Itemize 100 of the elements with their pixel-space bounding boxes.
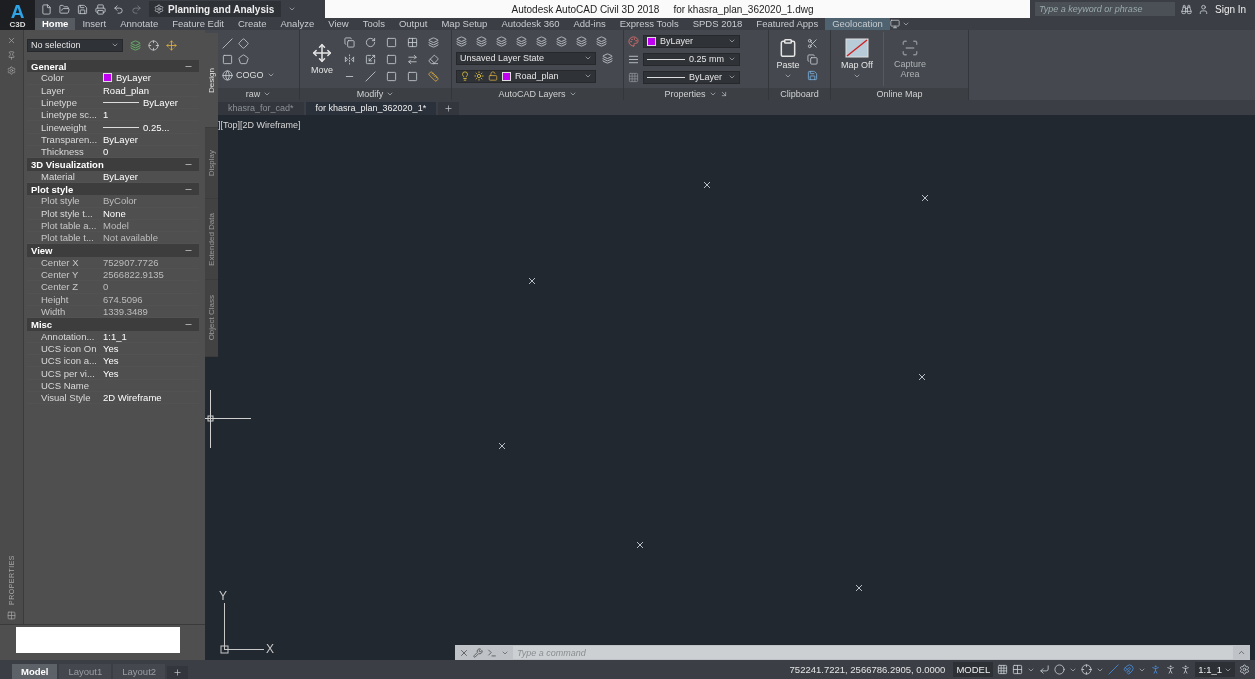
ribbon-tab[interactable]: Insert bbox=[75, 18, 114, 30]
caret-icon[interactable] bbox=[853, 72, 861, 80]
launcher-icon[interactable] bbox=[719, 90, 728, 98]
layout-tab[interactable]: Model bbox=[12, 664, 58, 679]
section-header[interactable]: View bbox=[27, 244, 199, 257]
caret-icon[interactable] bbox=[728, 55, 736, 63]
layers-icon[interactable] bbox=[576, 35, 587, 47]
workspace-dropdown[interactable]: Planning and Analysis bbox=[149, 1, 281, 17]
select-objects-icon[interactable] bbox=[166, 39, 177, 51]
color-dropdown[interactable]: ByLayer bbox=[643, 34, 740, 48]
layer-state-dropdown[interactable]: Unsaved Layer State bbox=[456, 51, 596, 65]
new-tab-button[interactable] bbox=[438, 102, 460, 115]
sun-icon[interactable] bbox=[474, 71, 484, 81]
ribbon-tab[interactable]: Tools bbox=[355, 18, 392, 30]
property-value[interactable]: ByLayer bbox=[143, 97, 178, 109]
close-icon[interactable] bbox=[7, 36, 16, 45]
gear-icon[interactable] bbox=[154, 4, 164, 14]
model-space-button[interactable]: MODEL bbox=[953, 662, 994, 677]
copy-icon[interactable] bbox=[807, 53, 818, 65]
globe-icon[interactable] bbox=[222, 69, 233, 81]
section-header[interactable]: Misc bbox=[27, 318, 199, 331]
paste-button[interactable]: Paste bbox=[773, 36, 803, 82]
square-icon[interactable] bbox=[386, 70, 397, 82]
layers-icon[interactable] bbox=[602, 52, 613, 64]
move-button[interactable]: Move bbox=[304, 41, 340, 77]
property-value[interactable]: Yes bbox=[103, 367, 119, 379]
layers-icon[interactable] bbox=[456, 35, 467, 47]
side-tab[interactable]: Object Class bbox=[205, 280, 218, 357]
layers-icon[interactable] bbox=[130, 39, 141, 51]
property-value[interactable]: Road_plan bbox=[103, 84, 149, 96]
polar-icon[interactable] bbox=[1054, 664, 1066, 675]
stack-icon[interactable] bbox=[428, 36, 439, 48]
layer-dropdown[interactable]: Road_plan bbox=[456, 69, 596, 83]
ribbon-tab[interactable]: View bbox=[321, 18, 356, 30]
ribbon-tab[interactable]: Add-ins bbox=[566, 18, 613, 30]
arrows-icon[interactable] bbox=[407, 53, 418, 65]
document-tab[interactable]: khasra_for_cad* bbox=[218, 102, 304, 115]
property-value[interactable]: 1:1_1 bbox=[103, 330, 127, 342]
square-icon[interactable] bbox=[222, 53, 233, 65]
grid-icon[interactable] bbox=[407, 36, 418, 48]
section-header[interactable]: General bbox=[27, 60, 199, 73]
grid-icon[interactable] bbox=[7, 611, 16, 620]
layers-icon[interactable] bbox=[556, 35, 567, 47]
command-input[interactable]: Type a command bbox=[513, 646, 1233, 659]
linetype-dropdown[interactable]: ByLayer bbox=[643, 70, 740, 84]
ribbon-tab[interactable]: Geolocation bbox=[825, 18, 890, 30]
sign-in-link[interactable]: Sign In bbox=[1215, 3, 1247, 15]
plus-icon[interactable] bbox=[173, 668, 183, 677]
ribbon-tab[interactable]: Create bbox=[230, 18, 274, 30]
linetype-icon[interactable] bbox=[628, 71, 639, 83]
panel-title[interactable]: Modify bbox=[356, 89, 384, 99]
new-layout-button[interactable] bbox=[167, 666, 189, 679]
property-value[interactable]: ByLayer bbox=[103, 133, 138, 145]
caret-icon[interactable] bbox=[584, 72, 592, 80]
ribbon-tab[interactable]: Autodesk 360 bbox=[494, 18, 567, 30]
layers-icon[interactable] bbox=[476, 35, 487, 47]
caret-icon[interactable] bbox=[584, 54, 592, 62]
undo-icon[interactable] bbox=[113, 3, 124, 15]
panel-title[interactable]: raw bbox=[245, 89, 261, 99]
magnet-icon[interactable] bbox=[1123, 664, 1135, 675]
ribbon-tab[interactable]: Annotate bbox=[113, 18, 166, 30]
ribbon-tab[interactable]: Home bbox=[35, 18, 76, 30]
rotate-icon[interactable] bbox=[365, 36, 376, 48]
ribbon-tab[interactable]: Map Setup bbox=[434, 18, 495, 30]
color-wheel-icon[interactable] bbox=[628, 35, 639, 47]
property-value[interactable]: ByLayer bbox=[103, 170, 138, 182]
caret-icon[interactable] bbox=[784, 72, 792, 80]
user-icon[interactable] bbox=[1198, 3, 1209, 15]
lineweight-icon[interactable] bbox=[628, 53, 639, 65]
ruler-icon[interactable] bbox=[428, 70, 439, 82]
mirror-icon[interactable] bbox=[344, 53, 355, 65]
property-value[interactable]: 0 bbox=[103, 146, 109, 158]
property-value[interactable]: 2D Wireframe bbox=[103, 392, 162, 404]
ribbon-tab[interactable]: Feature Edit bbox=[165, 18, 231, 30]
open-folder-icon[interactable] bbox=[59, 3, 70, 15]
grid-icon[interactable] bbox=[997, 664, 1009, 675]
cogo-button[interactable]: COGO bbox=[222, 69, 275, 81]
text-field[interactable] bbox=[16, 627, 180, 653]
square-icon[interactable] bbox=[386, 36, 397, 48]
selection-dropdown[interactable]: No selection bbox=[27, 38, 123, 52]
bulb-icon[interactable] bbox=[460, 71, 470, 81]
layers-icon[interactable] bbox=[536, 35, 547, 47]
settings-icon[interactable] bbox=[7, 66, 16, 75]
move-arrows-icon[interactable] bbox=[312, 43, 332, 63]
section-header[interactable]: 3D Visualization bbox=[27, 158, 199, 171]
print-icon[interactable] bbox=[95, 3, 106, 15]
map-off-button[interactable]: Map Off bbox=[835, 36, 879, 82]
caret-icon[interactable] bbox=[568, 90, 577, 98]
caret-icon[interactable] bbox=[266, 71, 275, 79]
layers-icon[interactable] bbox=[596, 35, 607, 47]
redo-icon[interactable] bbox=[131, 3, 142, 15]
layout-tab[interactable]: Layout1 bbox=[59, 664, 112, 679]
viewport-label[interactable]: ][Top][2D Wireframe] bbox=[218, 120, 301, 130]
plus-icon[interactable] bbox=[444, 104, 454, 113]
close-icon[interactable] bbox=[459, 647, 469, 658]
caret-icon[interactable] bbox=[386, 90, 395, 98]
line-icon[interactable] bbox=[365, 70, 376, 82]
copy-icon[interactable] bbox=[344, 36, 355, 48]
line-icon[interactable] bbox=[222, 37, 233, 49]
caret-icon[interactable] bbox=[901, 20, 910, 28]
